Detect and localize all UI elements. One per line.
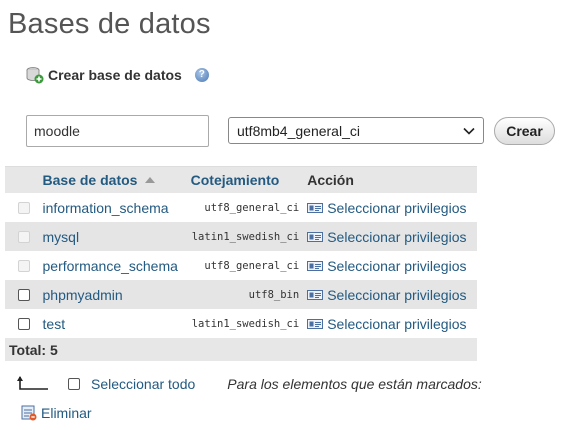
bulk-actions-bar: Seleccionar todo Para los elementos que …: [16, 374, 536, 394]
select-all-label[interactable]: Seleccionar todo: [91, 376, 195, 392]
create-database-label: Crear base de datos: [48, 67, 182, 83]
database-collation: utf8_bin: [248, 288, 300, 301]
privileges-icon: [307, 318, 324, 329]
row-checkbox: [17, 230, 30, 243]
table-row: information_schema utf8_general_ci Selec…: [5, 193, 477, 222]
row-checkbox: [17, 201, 30, 214]
collation-select[interactable]: utf8mb4_general_ci: [228, 117, 484, 144]
help-icon[interactable]: ?: [194, 68, 209, 82]
delete-database-icon: [21, 405, 37, 421]
database-name-link[interactable]: performance_schema: [43, 258, 187, 274]
privileges-icon: [307, 231, 324, 242]
privileges-icon: [307, 289, 324, 300]
database-name-link[interactable]: phpmyadmin: [43, 287, 187, 303]
row-checkbox[interactable]: [17, 317, 30, 330]
select-privileges-link[interactable]: Seleccionar privilegios: [299, 200, 477, 216]
row-checkbox: [17, 259, 30, 272]
collation-select-value: utf8mb4_general_ci: [237, 122, 360, 139]
chevron-down-icon: [463, 127, 475, 135]
select-privileges-link[interactable]: Seleccionar privilegios: [299, 316, 477, 332]
select-privileges-link[interactable]: Seleccionar privilegios: [299, 229, 477, 245]
create-database-header: Crear base de datos ?: [26, 66, 209, 84]
databases-table: Base de datos Cotejamiento Acción inform…: [5, 166, 477, 361]
with-selected-label: Para los elementos que están marcados:: [227, 376, 482, 392]
select-all-checkbox[interactable]: [68, 378, 80, 390]
database-name-link[interactable]: information_schema: [43, 200, 187, 216]
table-row: performance_schema utf8_general_ci Selec…: [5, 251, 477, 280]
row-checkbox[interactable]: [17, 288, 30, 301]
database-name-input[interactable]: [26, 115, 209, 147]
table-header-row: Base de datos Cotejamiento Acción: [5, 166, 477, 193]
database-collation: utf8_general_ci: [204, 201, 300, 214]
table-row: mysql latin1_swedish_ci Seleccionar priv…: [5, 222, 477, 251]
select-privileges-link[interactable]: Seleccionar privilegios: [299, 287, 477, 303]
table-row: phpmyadmin utf8_bin Seleccionar privileg…: [5, 280, 477, 309]
database-collation: latin1_swedish_ci: [191, 230, 300, 243]
table-row: test latin1_swedish_ci Seleccionar privi…: [5, 309, 477, 338]
sort-asc-icon: [145, 177, 156, 183]
column-header-collation[interactable]: Cotejamiento: [187, 172, 300, 188]
create-button[interactable]: Crear: [494, 117, 555, 145]
database-collation: utf8_general_ci: [204, 259, 300, 272]
column-header-action: Acción: [307, 172, 354, 188]
delete-label: Eliminar: [41, 405, 92, 421]
column-header-database[interactable]: Base de datos: [43, 172, 187, 188]
database-name-link[interactable]: test: [43, 316, 187, 332]
database-collation: latin1_swedish_ci: [191, 317, 300, 330]
arrow-up-left-icon: [17, 376, 48, 390]
privileges-icon: [307, 202, 324, 213]
database-add-icon: [26, 67, 44, 84]
delete-button[interactable]: Eliminar: [21, 405, 92, 421]
select-privileges-link[interactable]: Seleccionar privilegios: [299, 258, 477, 274]
privileges-icon: [307, 260, 324, 271]
table-total-row: Total: 5: [5, 338, 477, 361]
database-name-link[interactable]: mysql: [43, 229, 187, 245]
page-title: Bases de datos: [8, 8, 211, 40]
